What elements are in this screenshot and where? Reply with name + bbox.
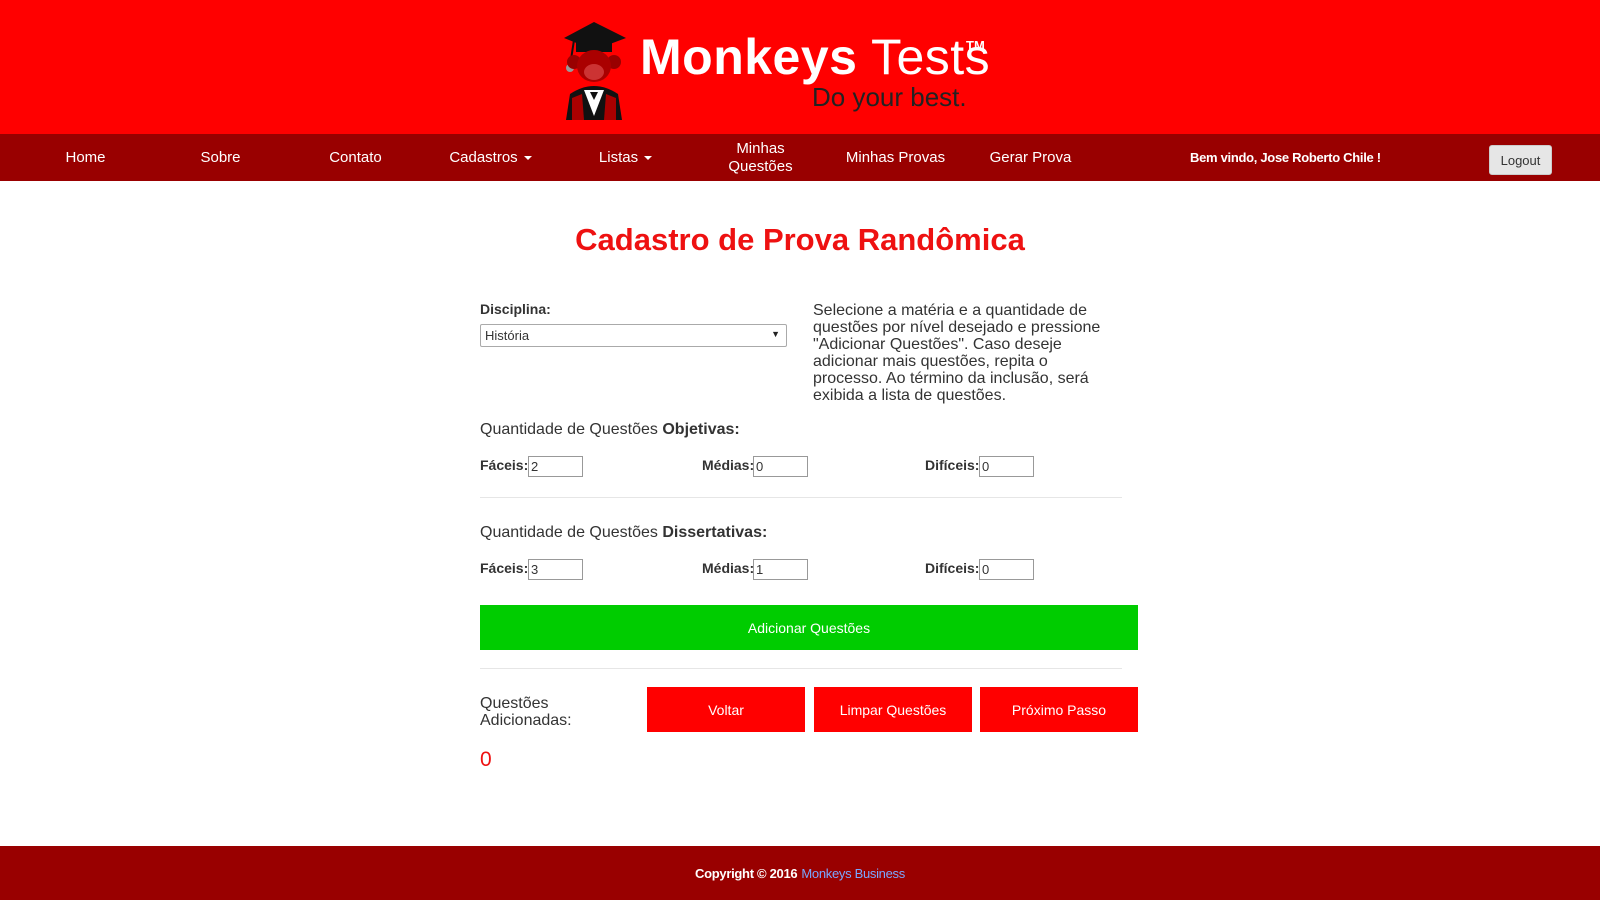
page-title: Cadastro de Prova Randômica — [575, 222, 1025, 257]
logout-button[interactable]: Logout — [1489, 145, 1552, 175]
objetivas-title-bold: Objetivas: — [662, 421, 740, 438]
caret-down-icon — [523, 155, 532, 160]
limpar-questoes-button[interactable]: Limpar Questões — [814, 687, 972, 732]
divider — [480, 497, 1122, 498]
dropdown-arrow-icon: ▼ — [771, 329, 780, 339]
nav-minhas-questoes-line1: Minhas — [736, 139, 785, 157]
monkeys-business-link[interactable]: Monkeys Business — [801, 866, 905, 881]
nav-home[interactable]: Home — [18, 134, 153, 181]
nav-cadastros-label: Cadastros — [449, 148, 518, 166]
caret-down-icon — [644, 155, 653, 160]
objetivas-dificeis-label: Difíceis: — [925, 457, 980, 473]
brand-name: Monkeys Tests — [640, 32, 990, 82]
objetivas-dificeis-input[interactable]: 0 — [979, 456, 1034, 477]
dissertativas-title-prefix: Quantidade de Questões — [480, 524, 663, 541]
nav-contato[interactable]: Contato — [288, 134, 423, 181]
proximo-passo-button[interactable]: Próximo Passo — [980, 687, 1138, 732]
objetivas-medias-input[interactable]: 0 — [753, 456, 808, 477]
voltar-button[interactable]: Voltar — [647, 687, 805, 732]
nav-gerar-prova[interactable]: Gerar Prova — [963, 134, 1098, 181]
divider — [480, 668, 1122, 669]
objetivas-title-prefix: Quantidade de Questões — [480, 421, 663, 438]
brand-tagline: Do your best. — [812, 82, 967, 112]
nav-minhas-questoes[interactable]: Minhas Questões — [693, 134, 828, 181]
nav-sobre[interactable]: Sobre — [153, 134, 288, 181]
disciplina-select[interactable]: História ▼ — [480, 324, 787, 347]
help-text: Selecione a matéria e a quantidade de qu… — [813, 302, 1101, 404]
site-logo[interactable]: Monkeys Tests TM Do your best. — [560, 16, 1000, 120]
nav-listas-label: Listas — [598, 148, 639, 166]
brand-name-bold: Monkeys — [640, 29, 858, 85]
welcome-message: Bem vindo, Jose Roberto Chile ! — [1190, 150, 1381, 165]
dissertativas-dificeis-input[interactable]: 0 — [979, 559, 1034, 580]
objetivas-faceis-input[interactable]: 2 — [528, 456, 583, 477]
nav-minhas-provas[interactable]: Minhas Provas — [828, 134, 963, 181]
site-footer: Copyright © 2016 Monkeys Business — [0, 846, 1600, 900]
dissertativas-medias-label: Médias: — [702, 560, 755, 576]
disciplina-label: Disciplina: — [480, 301, 551, 317]
trademark: TM — [966, 38, 985, 53]
monkey-graduate-icon — [564, 22, 626, 120]
nav-minhas-questoes-line2: Questões — [728, 157, 793, 175]
dissertativas-faceis-label: Fáceis: — [480, 560, 529, 576]
dissertativas-medias-input[interactable]: 1 — [753, 559, 808, 580]
nav-listas[interactable]: Listas — [558, 134, 693, 181]
dissertativas-title-bold: Dissertativas: — [662, 524, 768, 541]
main-navbar: Home Sobre Contato Cadastros Listas Minh… — [0, 134, 1600, 181]
site-header: Monkeys Tests TM Do your best. — [0, 0, 1600, 134]
dissertativas-section-title: Quantidade de Questões Dissertativas: — [480, 524, 767, 542]
objetivas-medias-label: Médias: — [702, 457, 755, 473]
dissertativas-faceis-input[interactable]: 3 — [528, 559, 583, 580]
added-questions-label: Questões Adicionadas: — [480, 695, 572, 729]
objetivas-faceis-label: Fáceis: — [480, 457, 529, 473]
dissertativas-dificeis-label: Difíceis: — [925, 560, 980, 576]
copyright-text: Copyright © 2016 — [695, 865, 798, 881]
add-questions-button[interactable]: Adicionar Questões — [480, 605, 1138, 650]
nav-cadastros[interactable]: Cadastros — [423, 134, 558, 181]
disciplina-selected-value: História — [485, 328, 530, 343]
objetivas-section-title: Quantidade de Questões Objetivas: — [480, 421, 740, 439]
added-questions-count: 0 — [480, 748, 492, 771]
